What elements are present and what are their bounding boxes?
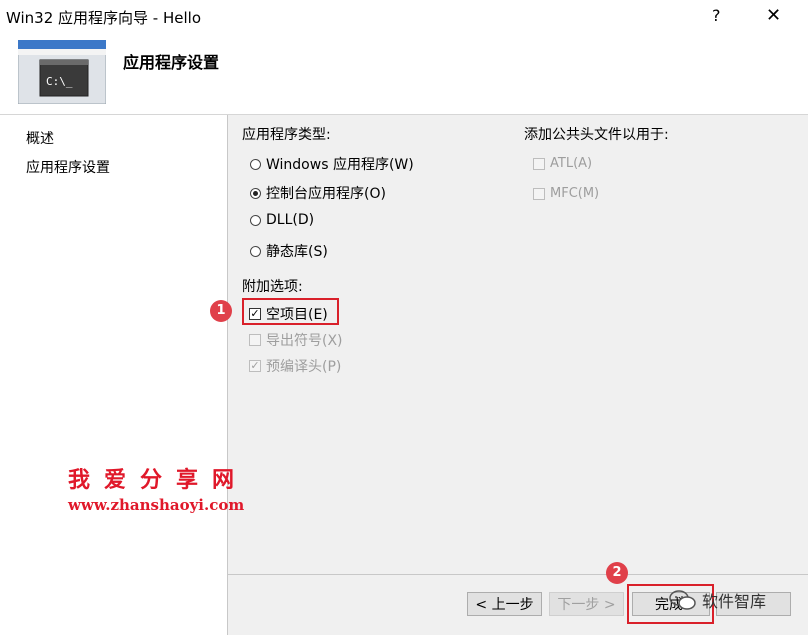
radio-console-app[interactable]: 控制台应用程序(O)	[250, 183, 386, 203]
checkbox: ✓	[249, 359, 261, 372]
common-headers-label: 添加公共头文件以用于:	[524, 127, 669, 143]
prev-button[interactable]: < 上一步	[467, 592, 542, 616]
checkbox	[533, 187, 545, 200]
step-badge-2: 2	[606, 562, 628, 584]
radio-windows-app[interactable]: Windows 应用程序(W)	[250, 154, 414, 174]
radio-label: Windows 应用程序(W)	[266, 157, 414, 173]
wechat-name: 软件智库	[702, 592, 767, 611]
close-icon[interactable]: ✕	[766, 5, 781, 26]
checkbox-mfc: MFC(M)	[533, 186, 599, 201]
checkbox	[533, 157, 545, 170]
radio-button[interactable]	[250, 187, 261, 199]
checkbox-export-symbols: 导出符号(X)	[249, 330, 343, 350]
radio-dll[interactable]: DLL(D)	[250, 212, 314, 228]
radio-label: 静态库(S)	[266, 244, 328, 260]
title-bar: Win32 应用程序向导 - Hello ? ✕	[0, 0, 808, 34]
sidebar-item-app-settings[interactable]: 应用程序设置	[26, 157, 110, 177]
page-title: 应用程序设置	[123, 53, 220, 72]
checkbox-label: MFC(M)	[550, 186, 600, 201]
radio-button[interactable]	[250, 245, 261, 257]
footer-divider	[228, 574, 808, 575]
wizard-header: C:\_ 应用程序设置	[0, 34, 808, 115]
radio-label: 控制台应用程序(O)	[266, 186, 386, 202]
checkbox-label: 预编译头(P)	[266, 359, 342, 375]
console-app-icon: C:\_	[18, 40, 106, 104]
radio-label: DLL(D)	[266, 212, 315, 228]
app-type-label: 应用程序类型:	[242, 127, 331, 143]
sidebar-item-overview[interactable]: 概述	[26, 128, 54, 148]
watermark-title: 我爱分享网	[68, 467, 249, 493]
wechat-icon	[669, 590, 696, 610]
radio-button[interactable]	[250, 158, 261, 170]
checkbox-label: ATL(A)	[550, 156, 593, 171]
checkbox-label: 导出符号(X)	[266, 333, 343, 349]
highlight-empty-project	[242, 298, 339, 325]
radio-static-lib[interactable]: 静态库(S)	[250, 241, 328, 261]
checkbox-atl: ATL(A)	[533, 156, 592, 171]
watermark-url: www.zhanshaoyi.com	[68, 496, 245, 514]
checkbox	[249, 334, 261, 346]
wizard-sidebar: 概述 应用程序设置	[0, 115, 228, 635]
step-badge-1: 1	[210, 300, 232, 322]
next-button: 下一步 >	[549, 592, 624, 616]
help-icon[interactable]: ?	[712, 6, 721, 25]
extra-options-label: 附加选项:	[242, 279, 303, 295]
svg-text:C:\_: C:\_	[46, 75, 73, 88]
wechat-watermark: 软件智库	[668, 588, 766, 612]
window-title: Win32 应用程序向导 - Hello	[6, 9, 202, 27]
checkbox-precompiled-header: ✓ 预编译头(P)	[249, 356, 341, 376]
radio-button[interactable]	[250, 214, 261, 226]
